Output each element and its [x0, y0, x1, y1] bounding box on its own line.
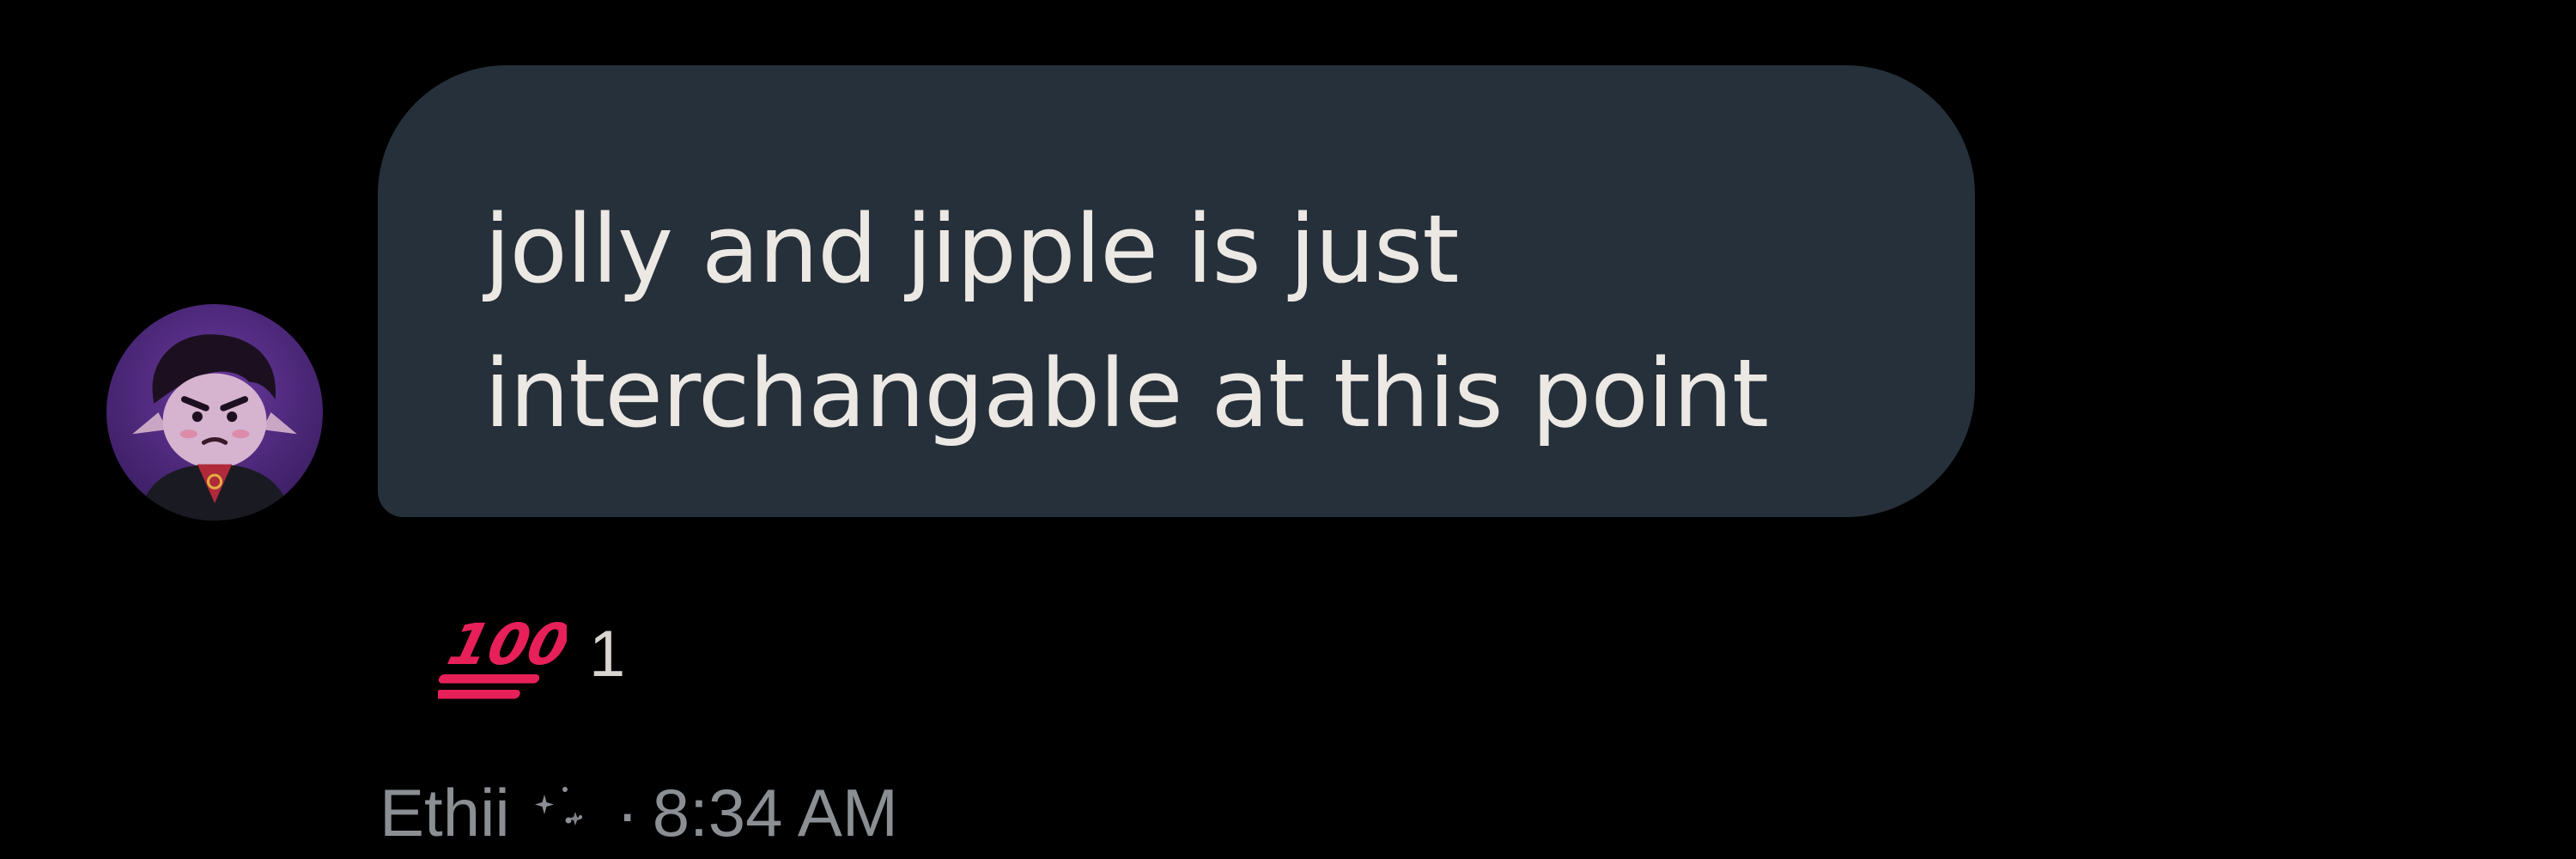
sender-name[interactable]: Ethii: [380, 774, 510, 852]
meta-separator: ·: [616, 774, 639, 850]
sender-avatar[interactable]: [106, 304, 323, 521]
reaction-chip[interactable]: 100 1: [438, 589, 625, 718]
sparkles-icon: [531, 774, 599, 852]
message-text: jolly and jipple is just interchangable …: [484, 194, 1769, 448]
svg-text:100: 100: [441, 612, 567, 678]
hundred-points-icon: 100: [438, 589, 567, 718]
message-timestamp: 8:34 AM: [652, 774, 898, 850]
reaction-count: 1: [589, 617, 626, 691]
message-bubble[interactable]: jolly and jipple is just interchangable …: [378, 65, 1975, 517]
message-meta: Ethii · 8:34 AM: [380, 770, 898, 856]
avatar-image-icon: [106, 304, 323, 521]
